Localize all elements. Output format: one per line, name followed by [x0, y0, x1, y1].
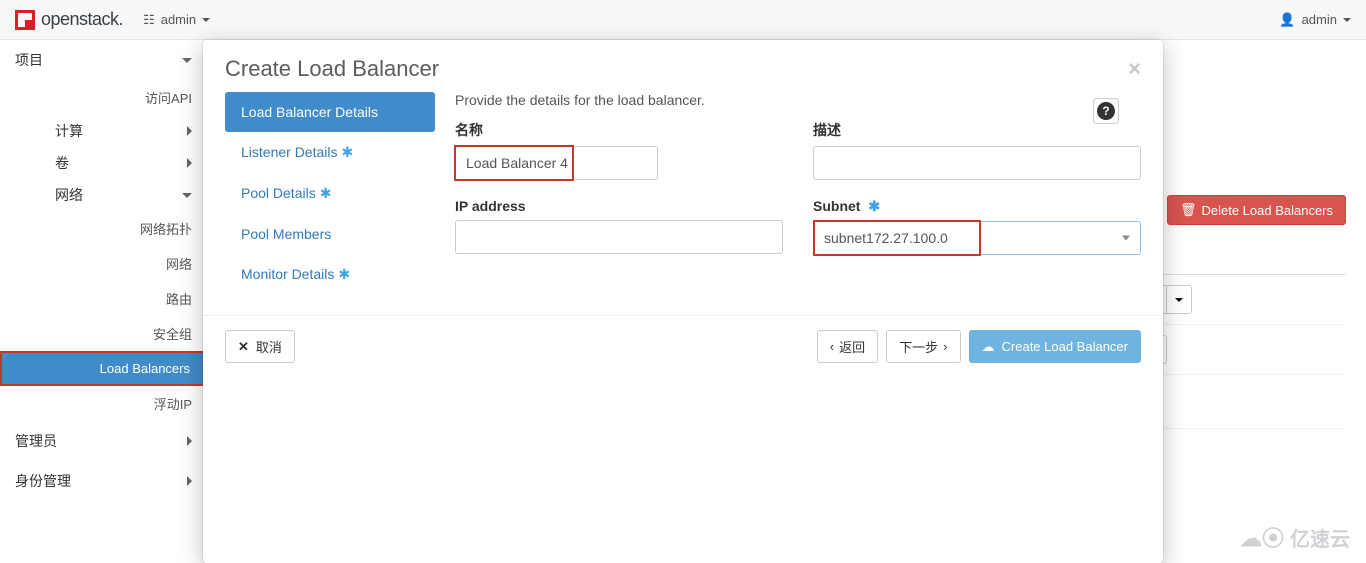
- label-subnet: Subnet ✱: [813, 198, 1141, 215]
- wizard-nav: Load Balancer Details Listener Details✱ …: [225, 92, 435, 295]
- wizard-step-members[interactable]: Pool Members: [225, 214, 435, 254]
- wizard-step-pool[interactable]: Pool Details✱: [225, 173, 435, 214]
- caret-down-icon: [202, 18, 210, 22]
- label-ip: IP address: [455, 198, 783, 214]
- user-menu[interactable]: 👤 admin: [1279, 12, 1351, 28]
- user-menu-label: admin: [1302, 12, 1337, 27]
- next-label: 下一步: [899, 337, 938, 356]
- project-selector[interactable]: ☷ admin: [143, 12, 210, 28]
- project-selector-label: admin: [161, 12, 196, 27]
- wizard-step-monitor[interactable]: Monitor Details✱: [225, 254, 435, 295]
- subnet-label-text: Subnet: [813, 198, 860, 214]
- help-icon: ?: [1097, 102, 1115, 120]
- required-asterisk-icon: ✱: [342, 144, 354, 160]
- close-icon[interactable]: ×: [1128, 56, 1141, 82]
- modal-title: Create Load Balancer: [225, 56, 439, 82]
- step-label: Monitor Details: [241, 266, 334, 282]
- form-group-description: 描述: [813, 120, 1141, 180]
- required-asterisk-icon: ✱: [320, 185, 332, 201]
- modal-footer: ✕ 取消 ‹ 返回 下一步 › ☁ Create Load Balancer: [203, 315, 1163, 377]
- wizard-step-lb-details[interactable]: Load Balancer Details: [225, 92, 435, 132]
- create-label: Create Load Balancer: [1002, 339, 1128, 354]
- ip-input[interactable]: [455, 220, 783, 254]
- form-area: ? Provide the details for the load balan…: [455, 92, 1141, 295]
- next-button[interactable]: 下一步 ›: [886, 330, 960, 363]
- footer-right: ‹ 返回 下一步 › ☁ Create Load Balancer: [817, 330, 1141, 363]
- back-button[interactable]: ‹ 返回: [817, 330, 878, 363]
- cancel-button[interactable]: ✕ 取消: [225, 330, 295, 363]
- label-name: 名称: [455, 120, 783, 140]
- step-label: Pool Details: [241, 185, 316, 201]
- modal-body: Load Balancer Details Listener Details✱ …: [203, 92, 1163, 315]
- required-asterisk-icon: ✱: [338, 266, 350, 282]
- label-description: 描述: [813, 120, 1141, 140]
- subnet-selected-value: subnet172.27.100.0: [824, 230, 1130, 246]
- form-row: 名称 描述: [455, 120, 1141, 180]
- required-asterisk-icon: ✱: [868, 198, 880, 214]
- modal-header: Create Load Balancer ×: [203, 40, 1163, 92]
- angle-right-icon: ›: [943, 339, 947, 354]
- help-button[interactable]: ?: [1093, 98, 1119, 124]
- cancel-label: 取消: [256, 337, 282, 356]
- form-group-name: 名称: [455, 120, 783, 180]
- form-instructions: Provide the details for the load balance…: [455, 92, 1141, 108]
- angle-left-icon: ‹: [830, 339, 834, 354]
- navbar-left: openstack. ☷ admin: [15, 9, 210, 30]
- wizard-step-listener[interactable]: Listener Details✱: [225, 132, 435, 173]
- form-group-subnet: Subnet ✱ subnet172.27.100.0: [813, 198, 1141, 255]
- modal-overlay: Create Load Balancer × Load Balancer Det…: [0, 40, 1366, 563]
- name-input[interactable]: [455, 146, 658, 180]
- step-label: Listener Details: [241, 144, 338, 160]
- caret-down-icon: [1343, 18, 1351, 22]
- back-label: 返回: [839, 337, 865, 356]
- top-navbar: openstack. ☷ admin 👤 admin: [0, 0, 1366, 40]
- form-row: IP address Subnet ✱ subnet172.27.100.0: [455, 198, 1141, 255]
- cloud-download-icon: ☁: [982, 339, 995, 355]
- create-lb-modal: Create Load Balancer × Load Balancer Det…: [203, 40, 1163, 563]
- x-icon: ✕: [238, 339, 249, 355]
- brand-logo[interactable]: openstack.: [15, 9, 123, 30]
- brand-text: openstack.: [41, 9, 123, 30]
- description-input[interactable]: [813, 146, 1141, 180]
- create-load-balancer-button[interactable]: ☁ Create Load Balancer: [969, 330, 1141, 363]
- layers-icon: ☷: [143, 12, 155, 28]
- subnet-select[interactable]: subnet172.27.100.0: [813, 221, 1141, 255]
- openstack-logo-icon: [15, 10, 35, 30]
- user-icon: 👤: [1279, 12, 1295, 28]
- form-group-ip: IP address: [455, 198, 783, 255]
